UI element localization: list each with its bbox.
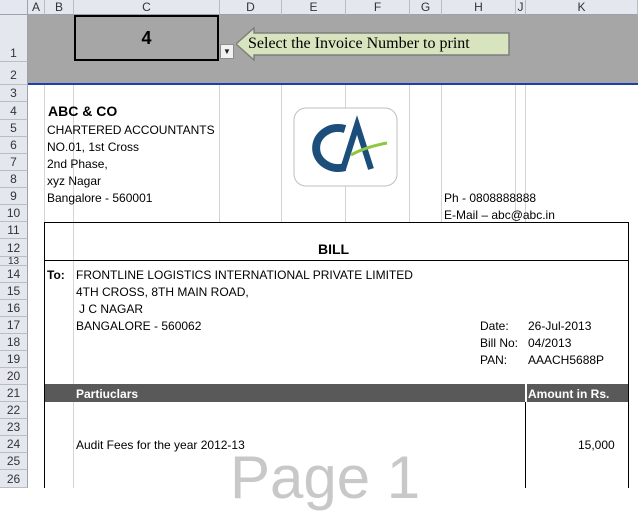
gridline xyxy=(441,85,442,222)
pan-value: AAACH5688P xyxy=(528,353,605,367)
item-amount: 15,000 xyxy=(578,438,615,452)
pan-label: PAN: xyxy=(480,353,508,367)
col-header-g[interactable]: G xyxy=(410,0,442,15)
row-header-12[interactable]: 12 xyxy=(0,239,28,257)
select-all-corner[interactable] xyxy=(0,0,28,15)
client-line: 4TH CROSS, 8TH MAIN ROAD, xyxy=(76,285,249,299)
client-line: J C NAGAR xyxy=(79,302,144,316)
bill-title: BILL xyxy=(318,241,350,257)
col-header-d[interactable]: D xyxy=(220,0,282,15)
row-header-23[interactable]: 23 xyxy=(0,419,28,436)
firm-line: 2nd Phase, xyxy=(47,157,108,171)
row-header-5[interactable]: 5 xyxy=(0,120,28,137)
row-header-17[interactable]: 17 xyxy=(0,317,28,334)
callout-text: Select the Invoice Number to print xyxy=(248,35,470,52)
firm-line: NO.01, 1st Cross xyxy=(47,140,140,154)
row-header-14[interactable]: 14 xyxy=(0,266,28,283)
gridline xyxy=(281,85,282,222)
col-header-c[interactable]: C xyxy=(74,0,220,15)
row-header-18[interactable]: 18 xyxy=(0,334,28,351)
to-label: To: xyxy=(47,268,65,282)
row-header-10[interactable]: 10 xyxy=(0,205,28,222)
row-header-1[interactable]: 1 xyxy=(0,15,28,62)
row-header-22[interactable]: 22 xyxy=(0,402,28,419)
page-watermark: Page 1 xyxy=(230,444,421,511)
row-header-2[interactable]: 2 xyxy=(0,62,28,85)
row-header-15[interactable]: 15 xyxy=(0,283,28,300)
row-header-13[interactable]: 13 xyxy=(0,257,28,267)
row-header-9[interactable]: 9 xyxy=(0,188,28,205)
amount-header: Amount in Rs. xyxy=(528,387,610,401)
firm-phone: Ph - 0808888888 xyxy=(444,191,537,205)
bill-title-divider xyxy=(45,260,628,261)
item-description: Audit Fees for the year 2012-13 xyxy=(76,438,245,452)
row-header-8[interactable]: 8 xyxy=(0,171,28,188)
row-header-25[interactable]: 25 xyxy=(0,453,28,470)
ca-logo xyxy=(293,107,398,187)
row-header-16[interactable]: 16 xyxy=(0,300,28,317)
col-header-e[interactable]: E xyxy=(282,0,346,15)
col-header-a[interactable]: A xyxy=(28,0,45,15)
col-header-f[interactable]: F xyxy=(346,0,410,15)
firm-email: E-Mail – abc@abc.in xyxy=(444,208,555,222)
firm-line: xyz Nagar xyxy=(47,174,102,188)
bill-no-value: 04/2013 xyxy=(528,336,572,350)
date-value: 26-Jul-2013 xyxy=(528,319,592,333)
firm-line: Bangalore - 560001 xyxy=(47,191,153,205)
row-header-7[interactable]: 7 xyxy=(0,154,28,171)
row-header-19[interactable]: 19 xyxy=(0,351,28,368)
firm-name: ABC & CO xyxy=(48,103,118,119)
col-header-b[interactable]: B xyxy=(45,0,74,15)
bill-no-label: Bill No: xyxy=(480,336,519,350)
page-break-line xyxy=(28,83,638,85)
gridline xyxy=(44,85,45,222)
row-header-3[interactable]: 3 xyxy=(0,85,28,102)
col-header-j[interactable]: J xyxy=(516,0,526,15)
invoice-number-cell[interactable]: 4 xyxy=(74,15,219,61)
client-line: BANGALORE - 560062 xyxy=(76,319,202,333)
row-header-11[interactable]: 11 xyxy=(0,222,28,239)
header-separator xyxy=(525,384,527,402)
particulars-header: Partiuclars xyxy=(76,387,139,401)
row-header-4[interactable]: 4 xyxy=(0,102,28,120)
row-header-26[interactable]: 26 xyxy=(0,470,28,488)
gridline xyxy=(219,85,220,222)
row-header-6[interactable]: 6 xyxy=(0,137,28,154)
row-header-20[interactable]: 20 xyxy=(0,368,28,385)
col-header-k[interactable]: K xyxy=(526,0,638,15)
chevron-down-icon: ▼ xyxy=(223,47,231,56)
date-label: Date: xyxy=(480,319,509,333)
row-header-24[interactable]: 24 xyxy=(0,436,28,453)
dropdown-button[interactable]: ▼ xyxy=(220,44,234,59)
gridline xyxy=(409,85,410,222)
firm-line: CHARTERED ACCOUNTANTS xyxy=(47,123,215,137)
col-header-h[interactable]: H xyxy=(442,0,516,15)
client-line: FRONTLINE LOGISTICS INTERNATIONAL PRIVAT… xyxy=(76,268,413,282)
amount-column-divider xyxy=(525,402,526,488)
row-header-21[interactable]: 21 xyxy=(0,385,28,402)
